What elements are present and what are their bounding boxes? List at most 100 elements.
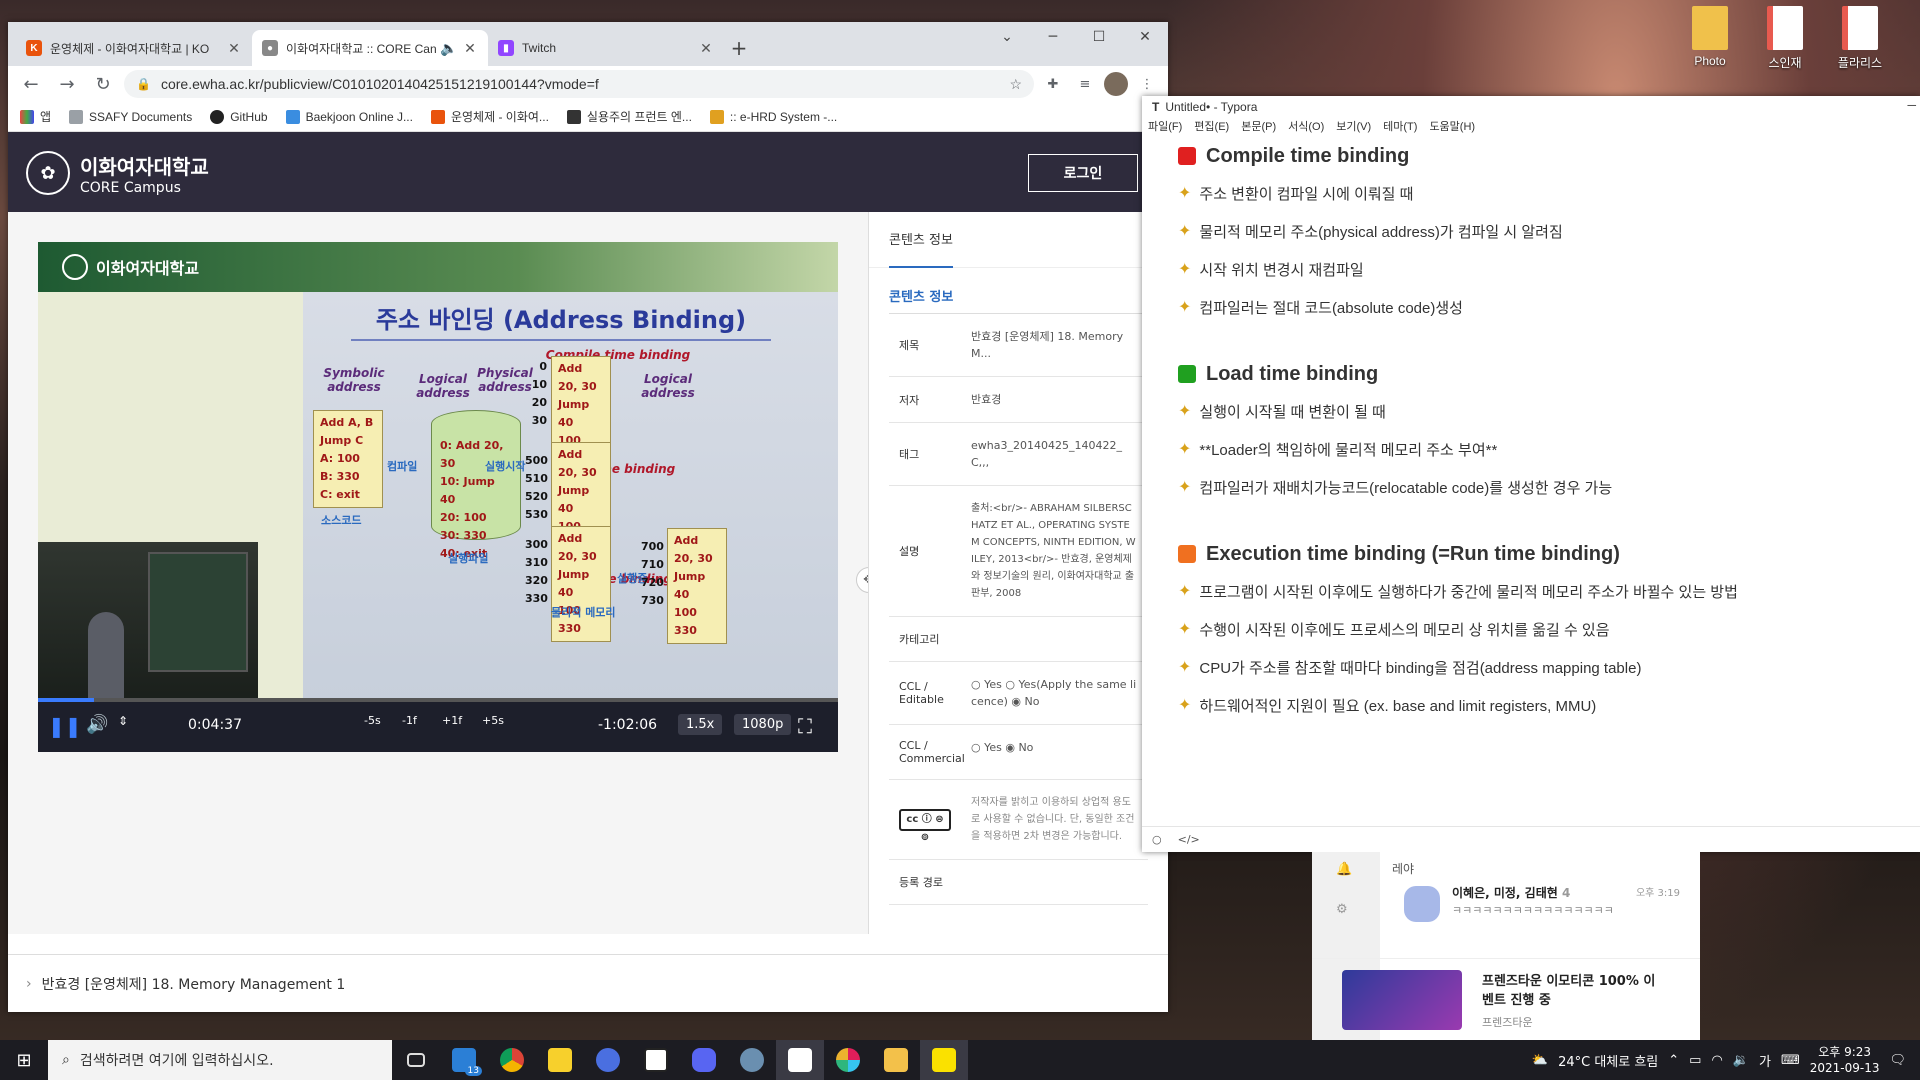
course-breadcrumb[interactable]: › 반효경 [운영체제] 18. Memory Management 1 bbox=[8, 954, 1168, 1012]
back-button[interactable]: ← bbox=[16, 69, 46, 99]
slack-icon[interactable] bbox=[824, 1040, 872, 1080]
bookmark-baekjoon[interactable]: Baekjoon Online J... bbox=[285, 109, 413, 124]
bookmark-ehrd[interactable]: :: e-HRD System -... bbox=[709, 109, 838, 124]
source-code-toggle-icon[interactable]: </> bbox=[1178, 833, 1200, 846]
close-tab-icon[interactable]: ✕ bbox=[462, 40, 478, 57]
minimize-button[interactable]: ─ bbox=[1030, 22, 1076, 52]
address-bar[interactable]: 🔒 core.ewha.ac.kr/publicview/C0101020140… bbox=[124, 70, 1034, 98]
browser-tab-twitch[interactable]: ▮ Twitch ✕ bbox=[488, 30, 724, 66]
frame-forward-button[interactable]: +1f bbox=[442, 714, 462, 727]
menu-theme[interactable]: 테마(T) bbox=[1383, 118, 1417, 138]
desktop-icon-photo[interactable]: Photo bbox=[1675, 6, 1745, 68]
sticky-notes-icon[interactable] bbox=[536, 1040, 584, 1080]
close-tab-icon[interactable]: ✕ bbox=[226, 40, 242, 57]
notion-icon[interactable] bbox=[632, 1040, 680, 1080]
ccl-license-row: cc ⓘ ⊜ ⊚ 저작자를 밝히고 이용하되 상업적 용도로 사용할 수 없습니… bbox=[889, 780, 1148, 860]
maximize-button[interactable]: ☐ bbox=[1076, 22, 1122, 52]
site-brand[interactable]: 이화여자대학교 CORE Campus bbox=[80, 151, 209, 196]
list-item: ✦ 컴파일러가 재배치가능코드(relocatable code)를 생성한 경우… bbox=[1178, 479, 1613, 497]
desktop-icon-file[interactable]: 플라리스 bbox=[1825, 6, 1895, 71]
typora-menubar: 파일(F) 편집(E) 본문(P) 서식(O) 보기(V) 테마(T) 도움말(… bbox=[1142, 118, 1920, 138]
profile-avatar[interactable] bbox=[1104, 72, 1128, 96]
frame-back-button[interactable]: -1f bbox=[402, 714, 417, 727]
typora-title: Untitled• - Typora bbox=[1165, 100, 1258, 114]
close-tab-icon[interactable]: ✕ bbox=[698, 40, 714, 57]
bookmark-os[interactable]: 운영체제 - 이화여... bbox=[430, 108, 549, 125]
fullscreen-icon[interactable]: ⛶ bbox=[798, 714, 812, 738]
battery-icon[interactable]: ▭ bbox=[1689, 1053, 1701, 1068]
cc-license-icon: cc ⓘ ⊜ ⊚ bbox=[899, 808, 951, 843]
chrome-icon[interactable] bbox=[488, 1040, 536, 1080]
bookmark-frontend[interactable]: 실용주의 프런트 엔... bbox=[566, 108, 692, 125]
ewha-seal-icon[interactable]: ✿ bbox=[26, 151, 70, 195]
file-explorer-icon[interactable] bbox=[872, 1040, 920, 1080]
gear-icon[interactable]: ⚙ bbox=[1336, 902, 1348, 917]
windows-start-icon[interactable]: ⊞ bbox=[0, 1040, 48, 1080]
network-icon[interactable]: ◠ bbox=[1711, 1053, 1722, 1068]
kakao-ad-banner[interactable]: 프렌즈타운 이모티콘 100% 이벤트 진행 중 프렌즈타운 bbox=[1312, 958, 1700, 1040]
menu-format[interactable]: 서식(O) bbox=[1288, 118, 1324, 138]
list-item: ✦ CPU가 주소를 참조할 때마다 binding을 점검(address ma… bbox=[1178, 659, 1642, 677]
quality-button[interactable]: 1080p bbox=[734, 714, 792, 735]
login-button[interactable]: 로그인 bbox=[1028, 154, 1138, 192]
skip-forward-5s-button[interactable]: +5s bbox=[482, 714, 504, 727]
menu-view[interactable]: 보기(V) bbox=[1336, 118, 1371, 138]
menu-edit[interactable]: 편집(E) bbox=[1194, 118, 1229, 138]
lock-icon: 🔒 bbox=[136, 77, 151, 91]
close-window-button[interactable]: ✕ bbox=[1122, 22, 1168, 52]
menu-paragraph[interactable]: 본문(P) bbox=[1241, 118, 1276, 138]
bookmark-apps[interactable]: 앱 bbox=[20, 108, 51, 125]
kakaotalk-icon[interactable] bbox=[920, 1040, 968, 1080]
menu-help[interactable]: 도움말(H) bbox=[1429, 118, 1475, 138]
forward-button[interactable]: → bbox=[52, 69, 82, 99]
bookmark-star-icon[interactable]: ☆ bbox=[1009, 76, 1022, 93]
speaker-icon[interactable]: 🔈 bbox=[440, 40, 457, 57]
taskbar-search-box[interactable]: ⌕ 검색하려면 여기에 입력하십시오. bbox=[48, 1040, 392, 1080]
panel-heading: 콘텐츠 정보 bbox=[889, 290, 954, 305]
sparkle-icon: ✦ bbox=[1178, 403, 1192, 420]
bookmark-ssafy[interactable]: SSAFY Documents bbox=[69, 109, 192, 124]
site-favicon-icon: ● bbox=[262, 40, 278, 56]
ccl-commercial-row[interactable]: CCL / Commercial ○ Yes ◉ No bbox=[889, 725, 1148, 780]
mail-icon[interactable]: 13 bbox=[440, 1040, 488, 1080]
task-view-icon[interactable] bbox=[392, 1040, 440, 1080]
outline-toggle-icon[interactable]: ○ bbox=[1152, 833, 1162, 846]
ccl-editable-row[interactable]: CCL / Editable ○ Yes ○ Yes(Apply the same… bbox=[889, 662, 1148, 725]
volume-stepper-icon[interactable]: ⇕ bbox=[118, 714, 128, 728]
discord-icon[interactable] bbox=[680, 1040, 728, 1080]
desktop-icon-file[interactable]: 스인재 bbox=[1750, 6, 1820, 71]
skip-back-5s-button[interactable]: -5s bbox=[364, 714, 381, 727]
bell-icon[interactable]: 🔔 bbox=[1336, 862, 1352, 877]
pause-icon[interactable]: ❚❚ bbox=[48, 714, 82, 738]
weather-text[interactable]: 24°C 대체로 흐림 bbox=[1558, 1051, 1658, 1070]
playback-speed-button[interactable]: 1.5x bbox=[678, 714, 723, 735]
extensions-icon[interactable]: ✚ bbox=[1040, 77, 1066, 92]
bookmark-github[interactable]: GitHub bbox=[210, 109, 268, 124]
typora-taskbar-icon[interactable] bbox=[776, 1040, 824, 1080]
volume-icon[interactable]: 🔊 bbox=[86, 714, 108, 735]
bookmark-label: :: e-HRD System -... bbox=[729, 109, 838, 124]
menu-icon[interactable]: ⋮ bbox=[1134, 77, 1160, 92]
browser-tab-core[interactable]: ● 이화여자대학교 :: CORE Can 🔈 ✕ bbox=[252, 30, 488, 66]
notification-icon[interactable]: 🗨 bbox=[1889, 1053, 1906, 1068]
speaker-icon[interactable]: 🔉 bbox=[1733, 1053, 1749, 1068]
desktop-icon-label: Photo bbox=[1694, 54, 1726, 68]
tab-search-icon[interactable]: ⌄ bbox=[984, 22, 1030, 52]
taskbar-clock[interactable]: 오후 9:23 2021-09-13 bbox=[1810, 1044, 1880, 1076]
reading-list-icon[interactable]: ≡ bbox=[1072, 77, 1098, 92]
ime-indicator[interactable]: 가 bbox=[1759, 1051, 1771, 1070]
executable-file-cylinder: 0: Add 20, 30 10: Jump 40 20: 100 30: 330 40… bbox=[431, 410, 521, 560]
green-square-icon bbox=[1178, 365, 1196, 383]
menu-file[interactable]: 파일(F) bbox=[1148, 118, 1182, 138]
minimize-button[interactable]: ─ bbox=[1907, 98, 1916, 112]
app-icon[interactable] bbox=[728, 1040, 776, 1080]
keyboard-icon[interactable]: ⌨ bbox=[1781, 1053, 1800, 1068]
typora-document[interactable]: Compile time binding ✦ 주소 변환이 컴파일 시에 이뤄질 … bbox=[1178, 138, 1898, 724]
chat-app-icon[interactable] bbox=[584, 1040, 632, 1080]
browser-tab-os[interactable]: K 운영체제 - 이화여자대학교 | KO ✕ bbox=[16, 30, 252, 66]
video-player[interactable]: 이화여자대학교 주소 바인딩 (Address Binding) Symboli… bbox=[38, 242, 838, 752]
chevron-up-icon[interactable]: ⌃ bbox=[1668, 1053, 1679, 1068]
reload-button[interactable]: ↻ bbox=[88, 69, 118, 99]
tab-content-info[interactable]: 콘텐츠 정보 bbox=[869, 212, 1168, 268]
new-tab-button[interactable]: + bbox=[724, 30, 754, 66]
